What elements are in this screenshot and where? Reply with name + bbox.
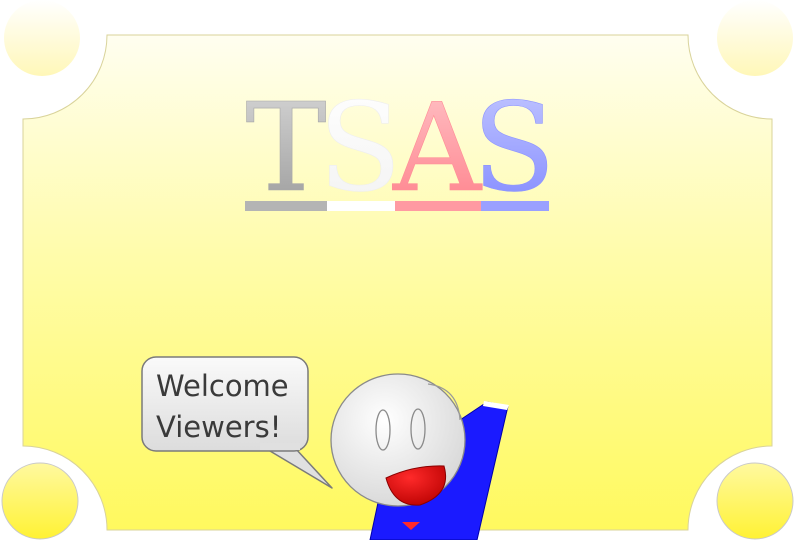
corner-circle-top-left bbox=[4, 0, 80, 76]
title-logo: T S A S bbox=[245, 77, 556, 219]
underline-pink bbox=[395, 201, 481, 211]
underline-gray bbox=[245, 201, 327, 211]
speech-bubble-line1: Welcome bbox=[156, 369, 289, 403]
corner-circle-bottom-right bbox=[716, 462, 794, 540]
speech-bubble-line2: Viewers! bbox=[156, 410, 281, 444]
underline-blue bbox=[481, 201, 549, 211]
title-card-stage: T S A S Welcome Viewers! bbox=[0, 0, 795, 540]
title-letter-s1: S bbox=[318, 77, 402, 219]
corner-circle-top-right bbox=[717, 0, 793, 76]
corner-circle-bottom-left bbox=[1, 462, 79, 540]
title-card-scene: T S A S Welcome Viewers! bbox=[1, 0, 794, 540]
title-letter-a: A bbox=[392, 77, 483, 219]
title-letter-t: T bbox=[245, 77, 326, 219]
title-letter-s2: S bbox=[472, 77, 556, 219]
underline-white bbox=[327, 201, 395, 211]
